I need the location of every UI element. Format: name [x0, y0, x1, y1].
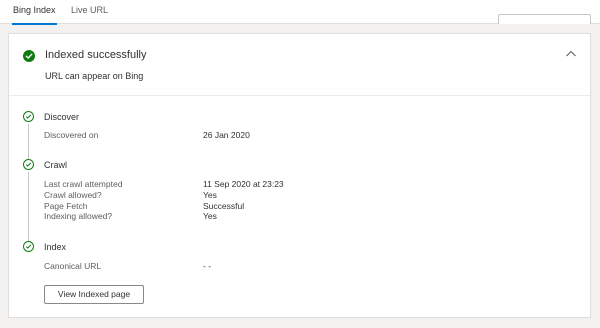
tab-bar: Bing Index Live URL: [0, 0, 600, 25]
discovered-on-value: 26 Jan 2020: [203, 130, 250, 140]
tab-bing-index[interactable]: Bing Index: [12, 0, 57, 25]
check-circle-outline-icon: [23, 111, 34, 122]
timeline-connector: [28, 124, 29, 159]
status-subtitle: URL can appear on Bing: [45, 71, 144, 81]
view-indexed-page-button[interactable]: View Indexed page: [44, 285, 144, 304]
last-crawl-label: Last crawl attempted: [44, 179, 123, 189]
page-fetch-value: Successful: [203, 201, 245, 211]
step-title-discover: Discover: [44, 112, 80, 122]
page-fetch-label: Page Fetch: [44, 201, 88, 211]
index-status-card: Indexed successfully URL can appear on B…: [8, 33, 591, 318]
timeline-connector: [28, 172, 29, 241]
indexing-allowed-label: Indexing allowed?: [44, 211, 113, 221]
check-circle-outline-icon: [23, 241, 34, 252]
check-circle-icon: [23, 50, 35, 62]
chevron-up-icon[interactable]: [564, 47, 578, 61]
discovered-on-label: Discovered on: [44, 130, 99, 140]
step-title-index: Index: [44, 242, 67, 252]
tab-live-url[interactable]: Live URL: [71, 0, 108, 24]
status-title: Indexed successfully: [45, 49, 147, 61]
status-header: Indexed successfully URL can appear on B…: [9, 34, 590, 96]
indexing-allowed-value: Yes: [203, 211, 217, 221]
crawl-allowed-value: Yes: [203, 190, 217, 200]
crawl-allowed-label: Crawl allowed?: [44, 190, 102, 200]
toolbar-button-partial[interactable]: [498, 14, 591, 24]
canonical-url-value: - -: [203, 261, 212, 271]
check-circle-outline-icon: [23, 159, 34, 170]
canonical-url-label: Canonical URL: [44, 261, 102, 271]
step-title-crawl: Crawl: [44, 160, 68, 170]
last-crawl-value: 11 Sep 2020 at 23:23: [203, 179, 284, 189]
